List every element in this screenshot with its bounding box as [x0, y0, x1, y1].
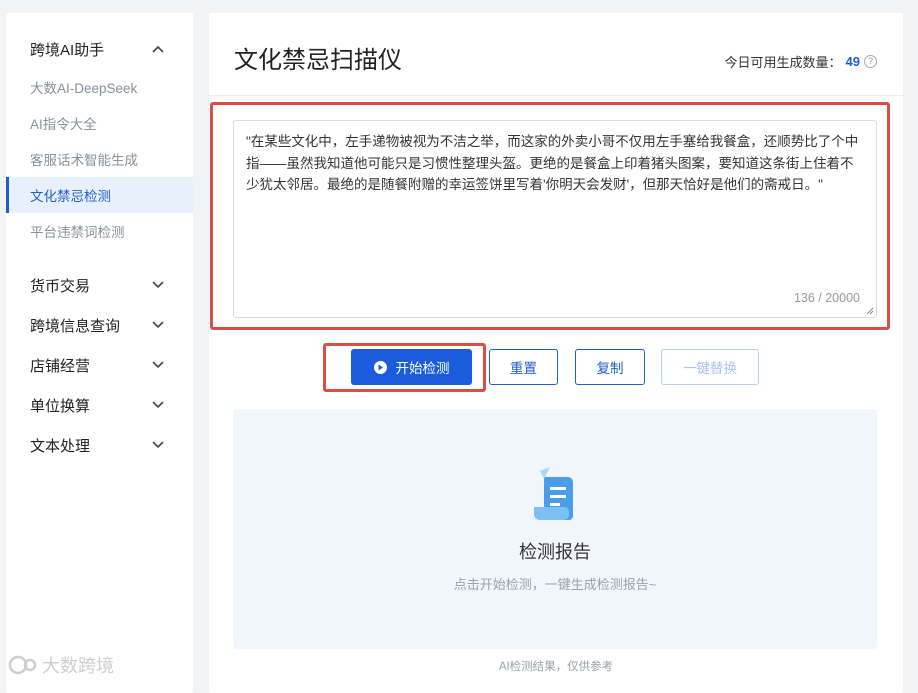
- start-detection-button[interactable]: 开始检测: [351, 349, 472, 385]
- sidebar-item-deepseek[interactable]: 大数AI-DeepSeek: [6, 69, 193, 105]
- copy-button[interactable]: 复制: [575, 349, 645, 385]
- replace-button-label: 一键替换: [683, 361, 737, 376]
- sidebar-item-label: 文化禁忌检测: [30, 189, 111, 204]
- text-input-value: "在某些文化中，左手递物被视为不洁之举，而这家的外卖小哥不仅用左手塞给我餐盒，还…: [246, 134, 859, 192]
- chevron-down-icon: [151, 438, 165, 452]
- watermark-text: 大数跨境: [42, 656, 114, 676]
- sidebar-item-cultural-taboo-check[interactable]: 文化禁忌检测: [6, 177, 193, 213]
- watermark: 大数跨境: [8, 652, 114, 678]
- chevron-down-icon: [151, 278, 165, 292]
- sidebar-group-label: 货币交易: [30, 277, 91, 295]
- daily-quota: 今日可用生成数量： 49 ?: [725, 52, 877, 71]
- help-icon[interactable]: ?: [864, 55, 877, 68]
- text-input[interactable]: "在某些文化中，左手递物被视为不洁之举，而这家的外卖小哥不仅用左手塞给我餐盒，还…: [233, 120, 877, 318]
- chevron-down-icon: [151, 358, 165, 372]
- play-icon: [373, 360, 387, 374]
- sidebar-item-platform-banned-words[interactable]: 平台违禁词检测: [6, 213, 193, 249]
- start-button-label: 开始检测: [395, 361, 450, 376]
- resize-handle-icon[interactable]: [866, 307, 874, 315]
- copy-button-label: 复制: [596, 361, 624, 376]
- sidebar-group-label: 店铺经营: [30, 357, 91, 375]
- char-counter: 136 / 20000: [793, 290, 860, 305]
- sidebar-item-label: AI指令大全: [30, 117, 97, 132]
- sidebar-group-unit-conversion[interactable]: 单位换算: [6, 385, 193, 425]
- sidebar-item-label: 客服话术智能生成: [30, 153, 138, 168]
- header-divider: [209, 95, 903, 96]
- main-panel: 文化禁忌扫描仪 今日可用生成数量： 49 ? "在某些文化中，左手递物被视为不洁…: [209, 13, 903, 693]
- report-placeholder: 检测报告 点击开始检测，一键生成检测报告~: [233, 409, 877, 649]
- sidebar-group-label: 单位换算: [30, 397, 91, 415]
- sidebar-group-label: 文本处理: [30, 437, 91, 455]
- sidebar-group-label: 跨境信息查询: [30, 317, 121, 335]
- sidebar-group-cross-border-ai[interactable]: 跨境AI助手: [6, 29, 193, 69]
- one-click-replace-button[interactable]: 一键替换: [661, 349, 759, 385]
- watermark-logo-icon: [8, 655, 37, 675]
- sidebar-item-label: 平台违禁词检测: [30, 225, 125, 240]
- sidebar-item-label: 大数AI-DeepSeek: [30, 81, 138, 96]
- sidebar-group-currency[interactable]: 货币交易: [6, 265, 193, 305]
- sidebar: 跨境AI助手 大数AI-DeepSeek AI指令大全 客服话术智能生成 文化禁…: [6, 13, 193, 693]
- sidebar-item-customer-service-scripts[interactable]: 客服话术智能生成: [6, 141, 193, 177]
- disclaimer-note: AI检测结果，仅供参考: [498, 661, 614, 673]
- sidebar-group-label: 跨境AI助手: [30, 41, 105, 59]
- report-document-icon: [534, 467, 573, 520]
- sidebar-group-store-ops[interactable]: 店铺经营: [6, 345, 193, 385]
- chevron-up-icon: [151, 42, 165, 56]
- chevron-down-icon: [151, 318, 165, 332]
- sidebar-item-ai-prompts[interactable]: AI指令大全: [6, 105, 193, 141]
- sidebar-group-text-processing[interactable]: 文本处理: [6, 425, 193, 465]
- page-title: 文化禁忌扫描仪: [234, 47, 402, 74]
- quota-label: 今日可用生成数量：: [724, 55, 842, 70]
- reset-button[interactable]: 重置: [489, 349, 558, 385]
- report-subtitle: 点击开始检测，一键生成检测报告~: [453, 577, 657, 592]
- sidebar-group-info-query[interactable]: 跨境信息查询: [6, 305, 193, 345]
- report-title: 检测报告: [519, 542, 591, 562]
- chevron-down-icon: [151, 398, 165, 412]
- reset-button-label: 重置: [510, 361, 537, 376]
- quota-value: 49: [845, 54, 860, 69]
